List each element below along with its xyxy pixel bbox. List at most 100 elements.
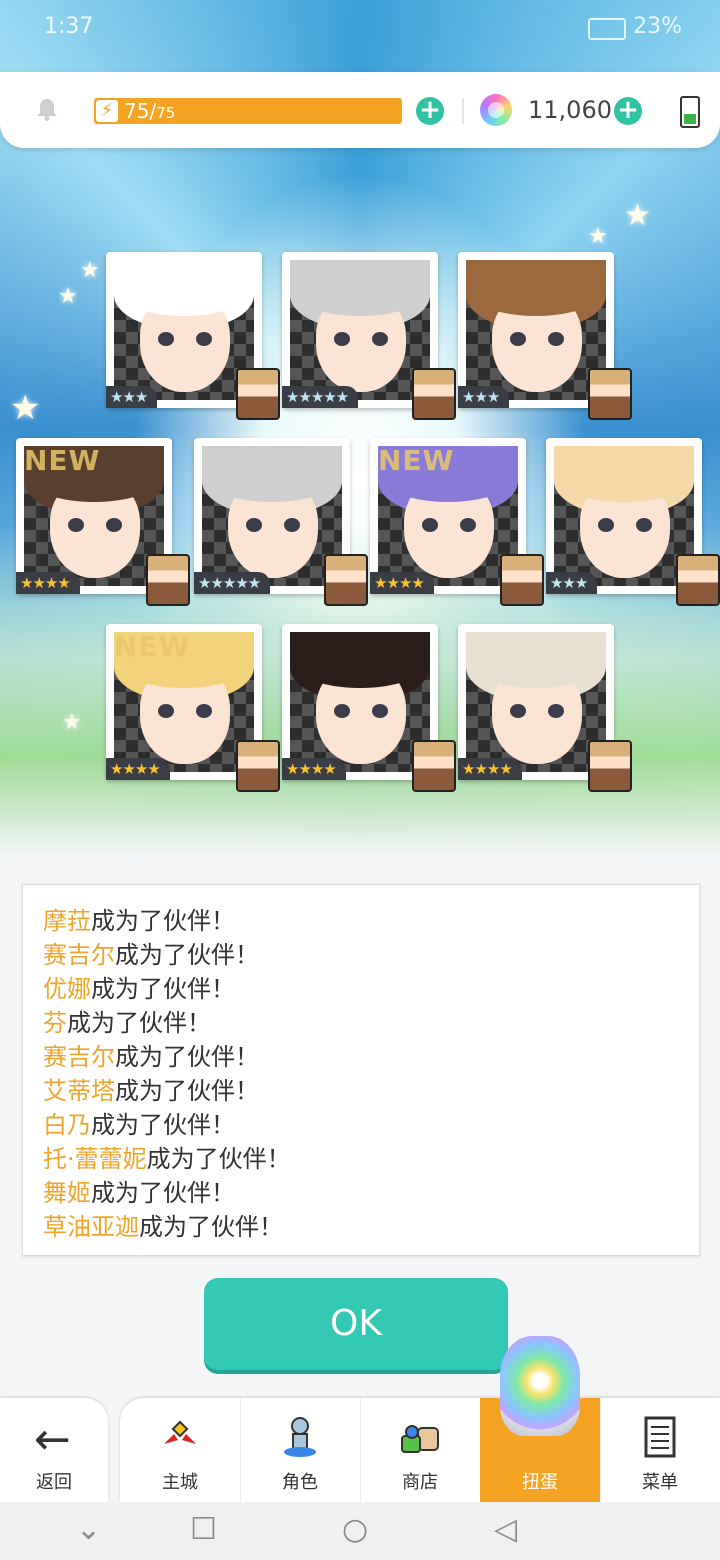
rarity-stars: ★★★ — [106, 386, 158, 408]
sparkle-icon: ★ — [58, 284, 78, 309]
tab-label: 菜单 — [642, 1472, 678, 1493]
sparkle-icon: ★ — [624, 198, 651, 233]
bell-icon[interactable] — [34, 96, 60, 122]
character-card[interactable]: ◆★★★★ — [282, 624, 456, 792]
recent-apps-icon[interactable]: ☐ — [190, 1514, 217, 1546]
character-name: 芬 — [43, 1009, 67, 1037]
character-name: 优娜 — [43, 975, 91, 1003]
message-text: 成为了伙伴！ — [91, 1111, 235, 1139]
tab-characters[interactable]: 角色 — [240, 1398, 361, 1502]
back-button[interactable]: ← 返回 — [0, 1398, 108, 1502]
character-name: 赛吉尔 — [43, 1043, 115, 1071]
message-line: 草油亚迦成为了伙伴！ — [43, 1207, 283, 1242]
character-card[interactable]: ✦★★★★NEW — [16, 438, 190, 606]
character-portrait — [466, 632, 606, 772]
sparkle-icon: ★ — [588, 224, 608, 249]
character-card[interactable]: ⚡★★★★NEW — [106, 624, 280, 792]
tab-menu[interactable]: 菜单 — [600, 1398, 720, 1502]
castle-icon — [164, 1420, 196, 1444]
character-card[interactable]: ◉★★★ — [546, 438, 720, 606]
gacha-machine-icon — [500, 1336, 580, 1436]
portrait-eye — [548, 704, 564, 718]
gem-icon — [480, 94, 512, 126]
chevron-down-icon[interactable]: ⌄ — [76, 1514, 101, 1546]
sparkle-icon: ★ — [10, 388, 41, 428]
portrait-eye — [334, 332, 350, 346]
portrait-eye — [510, 704, 526, 718]
add-stamina-button[interactable]: + — [416, 97, 444, 125]
message-text: 成为了伙伴！ — [115, 941, 259, 969]
character-name: 托·蕾蕾妮 — [43, 1145, 147, 1173]
portrait-eye — [196, 704, 212, 718]
status-bar: 1:37 23% — [0, 0, 720, 56]
gem-count: 11,060 — [528, 96, 612, 124]
message-line: 芬成为了伙伴！ — [43, 1003, 211, 1038]
portrait-eye — [636, 518, 652, 532]
portrait-eye — [284, 518, 300, 532]
message-line: 优娜成为了伙伴！ — [43, 969, 235, 1004]
character-card[interactable]: ⚡★★★ — [458, 252, 632, 420]
message-line: 舞姬成为了伙伴！ — [43, 1173, 235, 1208]
character-card[interactable]: ✦★★★★★ — [282, 252, 456, 420]
ok-button[interactable]: OK — [204, 1278, 508, 1370]
portrait-eye — [334, 704, 350, 718]
portrait-bangs — [290, 632, 430, 688]
message-line: 赛吉尔成为了伙伴！ — [43, 1037, 259, 1072]
portrait-eye — [158, 704, 174, 718]
character-portrait — [202, 446, 342, 586]
portrait-eye — [106, 518, 122, 532]
tab-shop[interactable]: 商店 — [360, 1398, 481, 1502]
portrait-bangs — [202, 446, 342, 502]
message-text: 成为了伙伴！ — [146, 1145, 291, 1173]
portrait-bangs — [466, 632, 606, 688]
portrait-eye — [460, 518, 476, 532]
character-portrait — [466, 260, 606, 400]
tab-main-city[interactable]: 主城 — [120, 1398, 241, 1502]
character-card[interactable]: ✦★★★★★ — [194, 438, 368, 606]
resource-bar: ⚡ 75/75 + 11,060 + — [0, 72, 720, 148]
pixel-sprite-icon — [588, 368, 632, 420]
portrait-eye — [510, 332, 526, 346]
portrait-eye — [422, 518, 438, 532]
message-text: 成为了伙伴！ — [115, 1077, 259, 1105]
stamina-bolt-icon: ⚡ — [96, 100, 118, 122]
tab-label: 主城 — [162, 1472, 198, 1493]
back-triangle-icon[interactable]: ◁ — [494, 1514, 517, 1546]
pixel-sprite-icon — [236, 368, 280, 420]
message-text: 成为了伙伴！ — [67, 1009, 211, 1037]
message-line: 白乃成为了伙伴！ — [43, 1105, 235, 1140]
bottom-navigation: ← 返回 主城 角色 商店 扭蛋 菜单 — [0, 1398, 720, 1502]
message-text: 成为了伙伴！ — [91, 1179, 235, 1207]
pixel-sprite-icon — [676, 554, 720, 606]
portrait-bangs — [290, 260, 430, 316]
portrait-eye — [548, 332, 564, 346]
character-portrait — [114, 260, 254, 400]
divider — [462, 98, 464, 124]
portrait-eye — [158, 332, 174, 346]
portrait-eye — [196, 332, 212, 346]
add-gems-button[interactable]: + — [614, 97, 642, 125]
character-card[interactable]: ⚡★★★★NEW — [370, 438, 544, 606]
nav-tabs: 主城 角色 商店 扭蛋 菜单 — [120, 1398, 720, 1502]
battery-icon — [588, 18, 626, 40]
pixel-sprite-icon — [500, 554, 544, 606]
message-text: 成为了伙伴！ — [139, 1213, 283, 1241]
portrait-eye — [372, 704, 388, 718]
character-name: 赛吉尔 — [43, 941, 115, 969]
stamina-value: 75/75 — [124, 99, 176, 123]
portrait-bangs — [114, 260, 254, 316]
message-line: 赛吉尔成为了伙伴！ — [43, 935, 259, 970]
menu-list-icon — [644, 1416, 676, 1458]
character-name: 艾蒂塔 — [43, 1077, 115, 1105]
rarity-stars: ★★★★★ — [194, 572, 271, 594]
portrait-eye — [246, 518, 262, 532]
stamina-bar: ⚡ 75/75 — [94, 98, 402, 124]
home-icon[interactable]: ○ — [342, 1514, 368, 1546]
back-label: 返回 — [36, 1472, 72, 1493]
rarity-stars: ★★★★★ — [282, 386, 359, 408]
rarity-stars: ★★★ — [546, 572, 598, 594]
character-card[interactable]: ✦★★★ — [106, 252, 280, 420]
character-card[interactable]: ◉★★★★ — [458, 624, 632, 792]
shop-icon — [401, 1425, 439, 1453]
system-navigation-bar: ⌄ ☐ ○ ◁ — [0, 1502, 720, 1560]
